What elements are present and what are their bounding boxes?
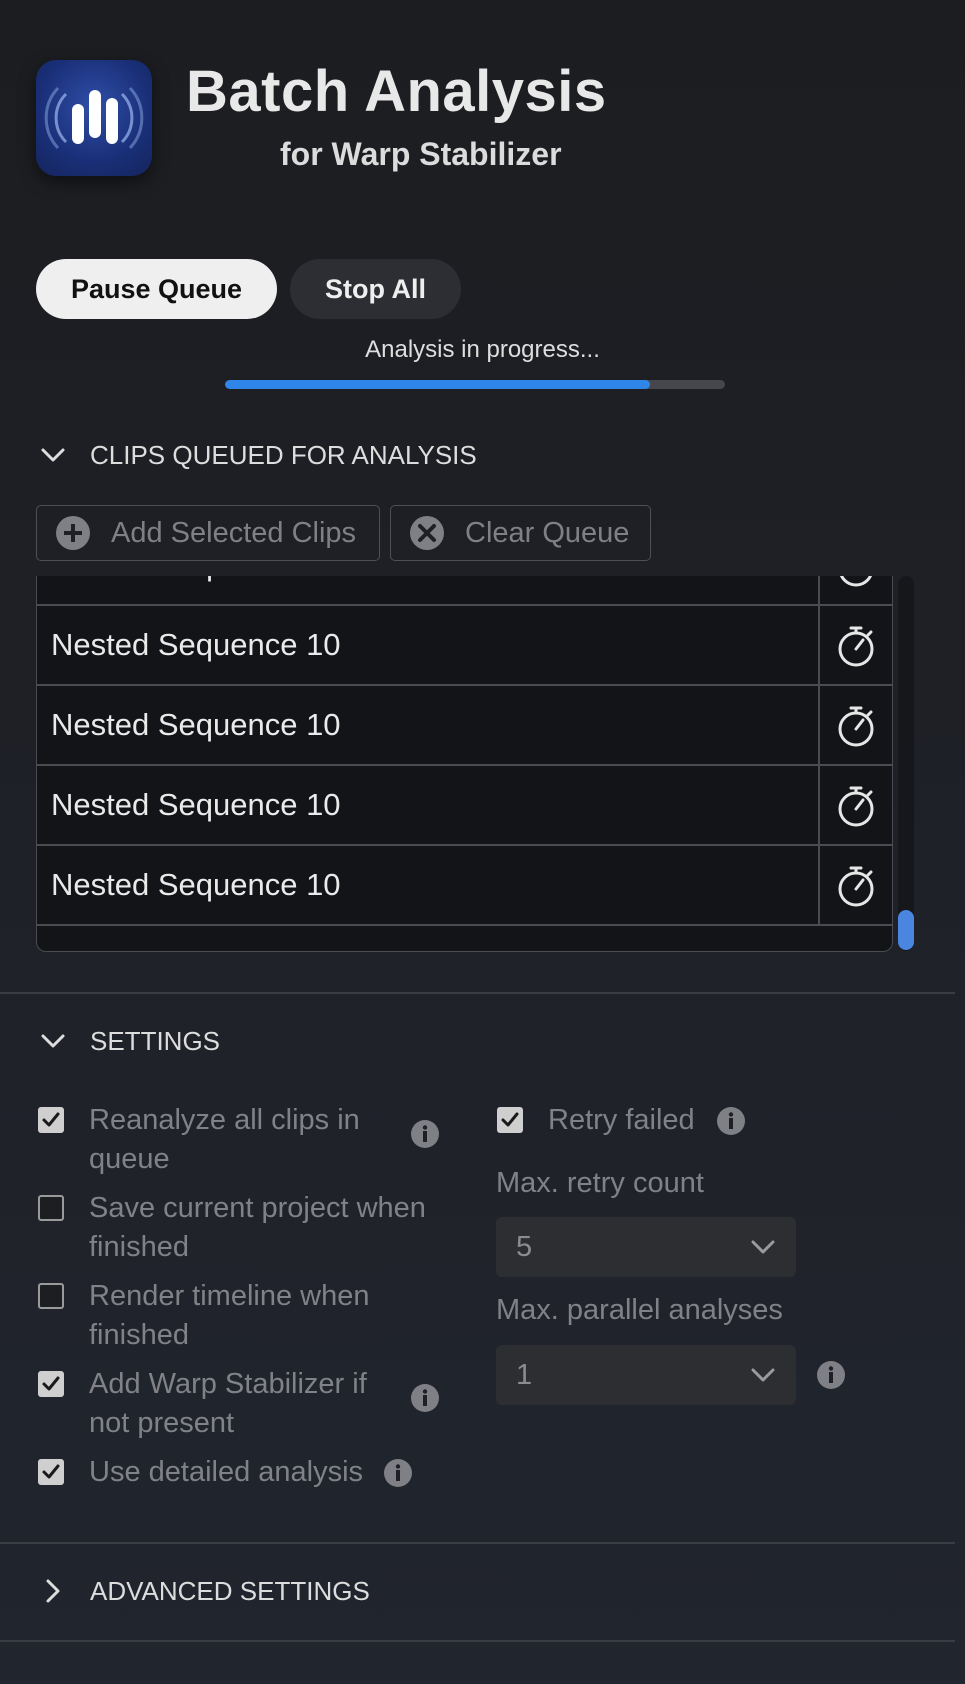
column-divider bbox=[818, 576, 820, 606]
list-item[interactable]: Nested Sequence 10 bbox=[37, 606, 892, 686]
max-retry-value: 5 bbox=[516, 1230, 533, 1263]
stopwatch-icon bbox=[838, 786, 874, 827]
add-warp-stabilizer-checkbox[interactable] bbox=[38, 1371, 64, 1397]
detailed-analysis-label: Use detailed analysis bbox=[89, 1456, 364, 1488]
clip-name: Nested Sequence 10 bbox=[51, 867, 341, 902]
chevron-right-icon bbox=[46, 1579, 60, 1603]
stopwatch-icon bbox=[838, 866, 874, 907]
list-item[interactable]: Nested Sequence 10 bbox=[37, 576, 892, 606]
detailed-analysis-checkbox[interactable] bbox=[38, 1459, 64, 1485]
clip-queue-list[interactable]: Nested Sequence 10 Nested Sequence 10 Ne… bbox=[36, 576, 893, 952]
queue-section-title: CLIPS QUEUED FOR ANALYSIS bbox=[90, 439, 477, 470]
stopwatch-icon bbox=[839, 576, 873, 587]
info-icon[interactable] bbox=[816, 1360, 846, 1390]
app-title: Batch Analysis bbox=[186, 59, 607, 124]
stop-all-button[interactable]: Stop All bbox=[290, 259, 461, 319]
list-scrollbar-thumb[interactable] bbox=[898, 910, 914, 950]
section-divider bbox=[0, 1640, 955, 1642]
info-icon[interactable] bbox=[410, 1119, 440, 1149]
info-icon[interactable] bbox=[383, 1458, 413, 1488]
retry-failed-checkbox[interactable] bbox=[497, 1107, 523, 1133]
add-warp-stabilizer-label: Add Warp Stabilizer if not present bbox=[89, 1368, 367, 1439]
list-item[interactable]: Nested Sequence 10 bbox=[37, 766, 892, 846]
advanced-settings-header[interactable]: ADVANCED SETTINGS bbox=[36, 1574, 370, 1608]
reanalyze-label: Reanalyze all clips in queue bbox=[89, 1104, 360, 1175]
render-timeline-checkbox[interactable] bbox=[38, 1283, 64, 1309]
max-parallel-label: Max. parallel analyses bbox=[496, 1294, 783, 1326]
settings-section-title: SETTINGS bbox=[90, 1025, 221, 1056]
max-parallel-value: 1 bbox=[516, 1358, 533, 1391]
clear-queue-button[interactable]: Clear Queue bbox=[390, 505, 651, 561]
chevron-down-icon bbox=[751, 1368, 775, 1382]
section-divider bbox=[0, 1542, 955, 1544]
column-divider bbox=[818, 846, 820, 926]
progress-bar bbox=[225, 380, 725, 389]
add-selected-clips-label: Add Selected Clips bbox=[111, 516, 357, 549]
clip-name: Nested Sequence 10 bbox=[51, 627, 341, 662]
list-scrollbar-track[interactable] bbox=[898, 576, 914, 951]
render-timeline-label: Render timeline when finished bbox=[89, 1280, 370, 1351]
save-project-checkbox[interactable] bbox=[38, 1195, 64, 1221]
reanalyze-checkbox[interactable] bbox=[38, 1107, 64, 1133]
chevron-down-icon bbox=[751, 1240, 775, 1254]
pause-queue-button[interactable]: Pause Queue bbox=[36, 259, 277, 319]
save-project-label: Save current project when finished bbox=[89, 1192, 426, 1263]
max-retry-label: Max. retry count bbox=[496, 1167, 704, 1199]
list-item[interactable]: Nested Sequence 10 bbox=[37, 686, 892, 766]
clip-name: Nested Sequence 10 bbox=[51, 707, 341, 742]
add-selected-clips-button[interactable]: Add Selected Clips bbox=[36, 505, 380, 561]
queue-section-header[interactable]: CLIPS QUEUED FOR ANALYSIS bbox=[36, 438, 477, 472]
waveform-bars-icon bbox=[44, 86, 144, 150]
column-divider bbox=[818, 686, 820, 766]
info-icon[interactable] bbox=[410, 1383, 440, 1413]
retry-failed-label: Retry failed bbox=[548, 1104, 695, 1136]
app-subtitle: for Warp Stabilizer bbox=[280, 136, 562, 172]
clear-queue-label: Clear Queue bbox=[465, 516, 630, 549]
stopwatch-icon bbox=[838, 626, 874, 667]
column-divider bbox=[818, 766, 820, 846]
section-divider bbox=[0, 992, 955, 994]
advanced-settings-title: ADVANCED SETTINGS bbox=[90, 1575, 370, 1606]
chevron-down-icon bbox=[41, 1034, 65, 1048]
column-divider bbox=[818, 606, 820, 686]
info-icon[interactable] bbox=[716, 1106, 746, 1136]
plus-circle-icon bbox=[56, 516, 90, 550]
app-logo bbox=[36, 60, 152, 176]
status-text: Analysis in progress... bbox=[365, 336, 600, 363]
stopwatch-icon bbox=[838, 706, 874, 747]
settings-section-header[interactable]: SETTINGS bbox=[36, 1024, 220, 1058]
list-item[interactable]: Nested Sequence 10 bbox=[37, 846, 892, 926]
progress-fill bbox=[225, 380, 650, 389]
max-parallel-select[interactable]: 1 bbox=[496, 1345, 796, 1405]
clip-name: Nested Sequence 10 bbox=[51, 787, 341, 822]
max-retry-select[interactable]: 5 bbox=[496, 1217, 796, 1277]
close-circle-icon bbox=[410, 516, 444, 550]
clip-name: Nested Sequence 10 bbox=[51, 576, 341, 604]
chevron-down-icon bbox=[41, 448, 65, 462]
